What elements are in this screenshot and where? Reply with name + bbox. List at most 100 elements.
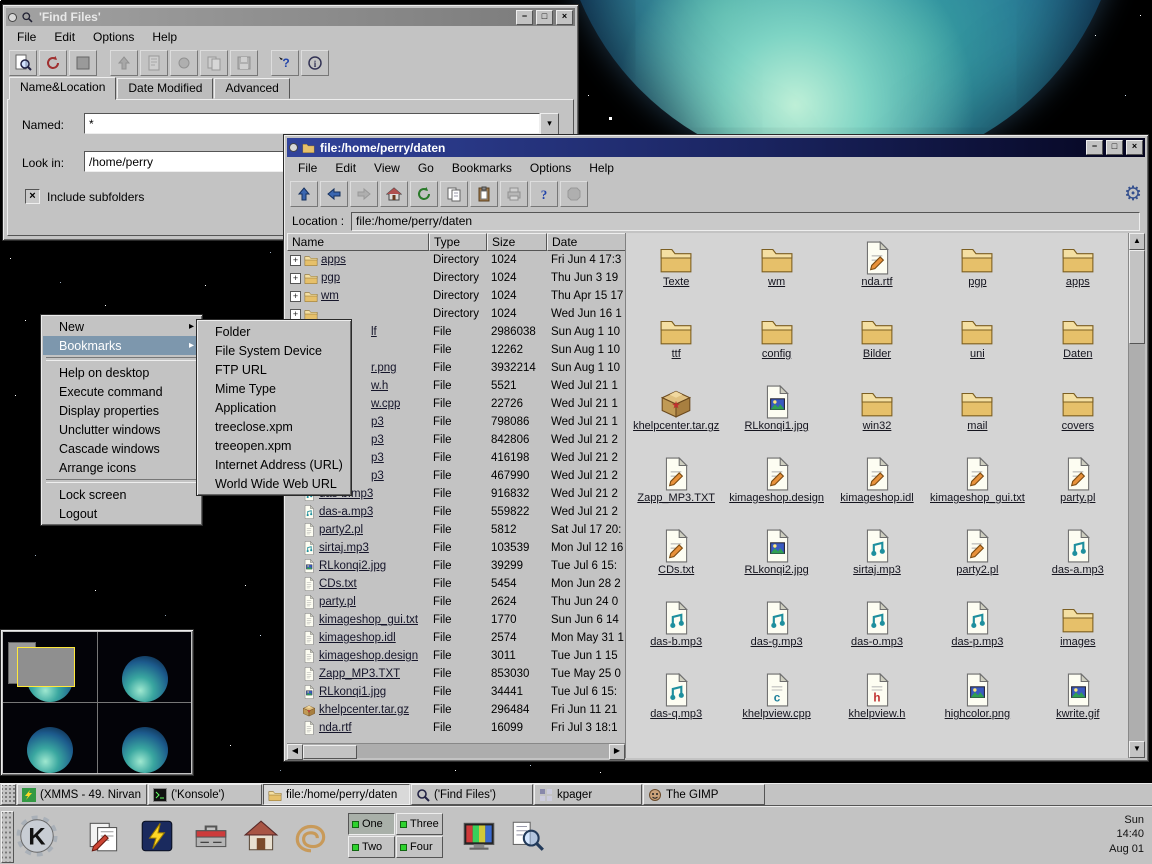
close-button[interactable]: × [1126,140,1143,155]
menu-item-edit[interactable]: Edit [45,28,84,46]
menu-item-edit[interactable]: Edit [326,159,365,177]
pager-desktop-3[interactable] [3,703,97,773]
taskbar-grip[interactable] [1,784,16,805]
desktop-button-two[interactable]: Two [348,836,395,858]
column-header-type[interactable]: Type [429,233,487,251]
file-manager-titlebar[interactable]: file:/home/perry/daten − □ × [287,138,1145,157]
tree-row[interactable]: ★khelpcenter.tar.gzFile296484Fri Jun 11 … [287,701,625,719]
copy-icon[interactable] [440,181,468,207]
file-icon-cds-txt[interactable]: CDs.txt [626,527,726,599]
task-button-the-gimp[interactable]: The GIMP [643,784,765,805]
menu-item-display-properties[interactable]: Display properties [43,401,200,420]
forward-icon[interactable] [350,181,378,207]
panel-hide-button[interactable] [1,811,14,863]
close-button[interactable]: × [556,10,573,25]
stop-icon[interactable] [69,50,97,76]
back-icon[interactable] [320,181,348,207]
submenu-item-ftp-url[interactable]: FTP URL [199,360,349,379]
panel-clock[interactable]: Sun 14:40 Aug 01 [1109,813,1144,856]
submenu-item-internet-address-url[interactable]: Internet Address (URL) [199,455,349,474]
stop-icon[interactable] [560,181,588,207]
shell-icon[interactable] [290,815,332,857]
go-up-icon[interactable] [110,50,138,76]
file-icon-das-b-mp3[interactable]: das-b.mp3 [626,599,726,671]
file-icon-khelpview-h[interactable]: hkhelpview.h [827,671,927,743]
submenu-item-treeopen-xpm[interactable]: treeopen.xpm [199,436,349,455]
file-icon-party2-pl[interactable]: party2.pl [927,527,1027,599]
reload-icon[interactable] [410,181,438,207]
vertical-scrollbar[interactable]: ▲ ▼ [1128,233,1145,758]
tree-row[interactable]: kimageshop.designFile3011Tue Jun 1 15 [287,647,625,665]
tab-name-location[interactable]: Name&Location [9,77,116,100]
minimize-button[interactable]: − [1086,140,1103,155]
scrollbar-track[interactable] [1129,344,1145,741]
file-icon-apps[interactable]: apps [1028,239,1128,311]
submenu-item-world-wide-web-url[interactable]: World Wide Web URL [199,474,349,493]
expander-icon[interactable]: + [290,291,301,302]
sticky-pin-icon[interactable] [8,13,17,22]
save-icon[interactable] [230,50,258,76]
task-button-konsole[interactable]: ('Konsole') [148,784,262,805]
menu-item-file[interactable]: File [8,28,45,46]
horizontal-scrollbar[interactable]: ◀ ▶ [287,743,625,758]
file-icon-das-q-mp3[interactable]: das-q.mp3 [626,671,726,743]
file-icon-rlkonqi1-jpg[interactable]: RLkonqi1.jpg [726,383,826,455]
tree-row[interactable]: RLkonqi1.jpgFile34441Tue Jul 6 15: [287,683,625,701]
up-icon[interactable] [290,181,318,207]
column-header-date[interactable]: Date [547,233,625,251]
menu-item-unclutter-windows[interactable]: Unclutter windows [43,420,200,439]
tree-row[interactable]: kimageshop_gui.txtFile1770Sun Jun 6 14 [287,611,625,629]
tree-row[interactable]: party.plFile2624Thu Jun 24 0 [287,593,625,611]
scroll-up-icon[interactable]: ▲ [1129,233,1145,250]
menu-item-help-on-desktop[interactable]: Help on desktop [43,363,200,382]
file-icon-mail[interactable]: mail [927,383,1027,455]
scrollbar-thumb[interactable] [303,745,357,759]
menu-item-view[interactable]: View [365,159,409,177]
file-icon-kwrite-gif[interactable]: kwrite.gif [1028,671,1128,743]
task-button-kpager[interactable]: kpager [534,784,642,805]
file-icon-wm[interactable]: wm [726,239,826,311]
tree-row[interactable]: das-a.mp3File559822Wed Jul 21 2 [287,503,625,521]
menu-item-new[interactable]: New▸ [43,317,200,336]
menu-item-bookmarks[interactable]: Bookmarks▸ [43,336,200,355]
menu-item-arrange-icons[interactable]: Arrange icons [43,458,200,477]
energy-icon[interactable] [136,815,178,857]
submenu-item-file-system-device[interactable]: File System Device [199,341,349,360]
file-icon-das-o-mp3[interactable]: das-o.mp3 [827,599,927,671]
file-icon-pgp[interactable]: pgp [927,239,1027,311]
context-help-icon[interactable]: ? [271,50,299,76]
submenu-item-treeclose-xpm[interactable]: treeclose.xpm [199,417,349,436]
display-settings-icon[interactable] [458,815,500,857]
file-icon-khelpcenter-tar-gz[interactable]: ★khelpcenter.tar.gz [626,383,726,455]
tree-row[interactable]: +appsDirectory1024Fri Jun 4 17:3 [287,251,625,269]
expander-icon[interactable]: + [290,273,301,284]
include-subfolders-checkbox[interactable]: × [25,189,40,204]
combo-arrow-icon[interactable]: ▾ [540,113,559,136]
paste-icon[interactable] [470,181,498,207]
scrollbar-track[interactable] [357,744,609,758]
submenu-item-application[interactable]: Application [199,398,349,417]
toolbox-icon[interactable] [190,815,232,857]
info-icon[interactable]: i [301,50,329,76]
file-icon-config[interactable]: config [726,311,826,383]
tree-row[interactable]: RLkonqi2.jpgFile39299Tue Jul 6 15: [287,557,625,575]
task-button-find-files[interactable]: ('Find Files') [411,784,533,805]
file-icon-kimageshop-design[interactable]: kimageshop.design [726,455,826,527]
file-icon-zapp-mp3-txt[interactable]: Zapp_MP3.TXT [626,455,726,527]
file-icon-das-p-mp3[interactable]: das-p.mp3 [927,599,1027,671]
home-icon[interactable] [380,181,408,207]
tree-row[interactable]: Zapp_MP3.TXTFile853030Tue May 25 0 [287,665,625,683]
menu-item-bookmarks[interactable]: Bookmarks [443,159,521,177]
tree-row[interactable]: kimageshop.idlFile2574Mon May 31 1 [287,629,625,647]
desktop-button-three[interactable]: Three [396,813,443,835]
menu-item-go[interactable]: Go [409,159,443,177]
tree-row[interactable]: party2.plFile5812Sat Jul 17 20: [287,521,625,539]
tab-date-modified[interactable]: Date Modified [117,78,213,99]
menu-item-file[interactable]: File [289,159,326,177]
file-icon-uni[interactable]: uni [927,311,1027,383]
reload-icon[interactable] [39,50,67,76]
expander-icon[interactable]: + [290,255,301,266]
search-icon[interactable] [9,50,37,76]
k-menu-button[interactable]: K [16,815,58,857]
file-icon-texte[interactable]: Texte [626,239,726,311]
